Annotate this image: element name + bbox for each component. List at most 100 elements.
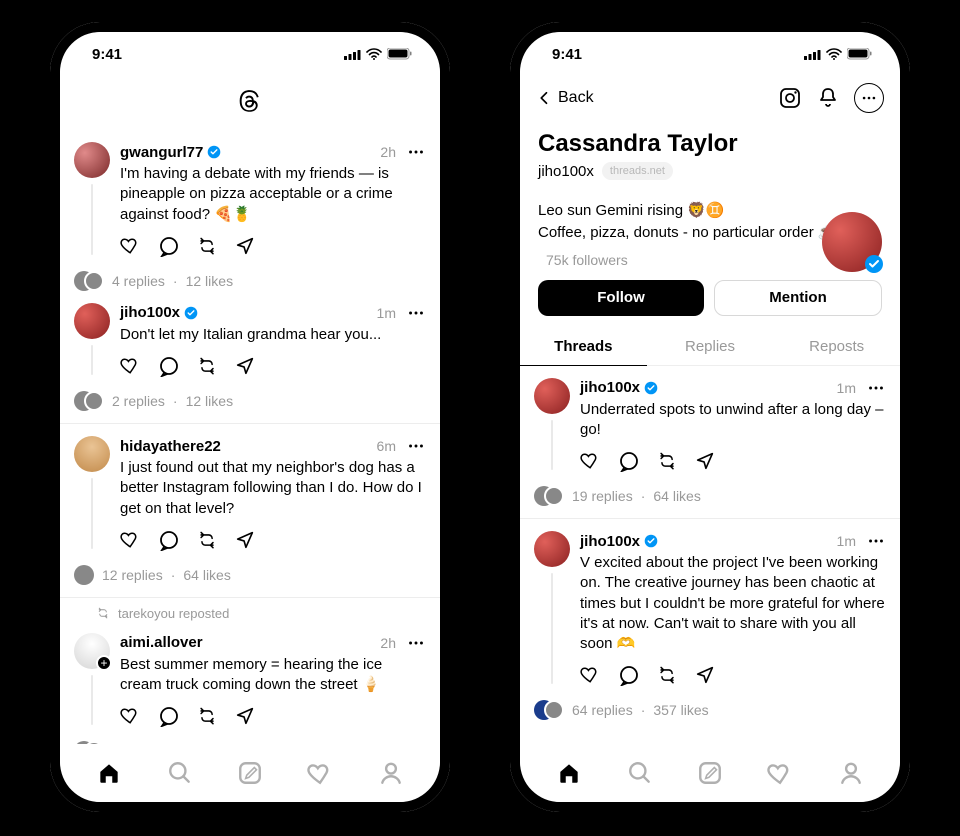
mention-button[interactable]: Mention <box>714 280 882 316</box>
profile-avatar[interactable] <box>822 212 882 272</box>
avatar[interactable] <box>74 142 110 178</box>
share-button[interactable] <box>234 355 256 377</box>
like-button[interactable] <box>120 355 142 377</box>
feed-post[interactable]: jiho100x 1m Don't let my Italian grandma… <box>60 303 440 387</box>
back-button[interactable]: Back <box>536 89 594 107</box>
nav-activity[interactable] <box>756 751 804 795</box>
profile-scroll[interactable]: Cassandra Taylor jiho100x threads.net Le… <box>520 120 900 744</box>
post-username[interactable]: gwangurl77 <box>120 144 203 161</box>
post-meta[interactable]: 2 replies · 12 likes <box>60 387 440 423</box>
status-bar: 9:41 <box>60 32 440 76</box>
reply-button[interactable] <box>158 355 180 377</box>
repost-button[interactable] <box>656 664 678 686</box>
follow-plus-icon[interactable]: + <box>96 655 112 671</box>
tab-threads[interactable]: Threads <box>520 328 647 366</box>
share-button[interactable] <box>234 705 256 727</box>
post-username[interactable]: jiho100x <box>580 533 640 550</box>
post-username[interactable]: hidayathere22 <box>120 438 221 455</box>
post-meta[interactable]: 2 replies · 12 likes <box>60 737 440 744</box>
verified-badge-icon <box>184 306 198 320</box>
profile-handle: jiho100x <box>538 163 594 180</box>
more-icon[interactable] <box>406 142 426 162</box>
post-username[interactable]: jiho100x <box>580 379 640 396</box>
reply-button[interactable] <box>158 529 180 551</box>
like-button[interactable] <box>120 235 142 257</box>
share-button[interactable] <box>694 450 716 472</box>
share-button[interactable] <box>234 235 256 257</box>
like-button[interactable] <box>580 450 602 472</box>
profile-more-button[interactable] <box>854 83 884 113</box>
nav-search[interactable] <box>156 751 204 795</box>
repost-button[interactable] <box>196 529 218 551</box>
nav-compose[interactable] <box>686 751 734 795</box>
feed-post[interactable]: hidayathere22 6m I just found out that m… <box>60 424 440 561</box>
profile-post[interactable]: jiho100x 1m V excited about the project … <box>520 519 900 696</box>
post-time: 1m <box>837 380 856 396</box>
post-meta[interactable]: 64 replies · 357 likes <box>520 696 900 732</box>
post-body: Don't let my Italian grandma hear you... <box>120 325 426 345</box>
share-button[interactable] <box>234 529 256 551</box>
feed-scroll[interactable]: gwangurl77 2h I'm having a debate with m… <box>60 130 440 744</box>
share-button[interactable] <box>694 664 716 686</box>
nav-activity[interactable] <box>296 751 344 795</box>
like-button[interactable] <box>580 664 602 686</box>
open-instagram-button[interactable] <box>778 86 802 110</box>
mini-avatar <box>84 271 104 291</box>
nav-profile[interactable] <box>827 751 875 795</box>
more-icon[interactable] <box>866 531 886 551</box>
repost-icon <box>96 606 110 620</box>
post-username[interactable]: aimi.allover <box>120 634 203 651</box>
thread-line <box>551 573 553 684</box>
post-time: 1m <box>377 305 396 321</box>
nav-home[interactable] <box>545 751 593 795</box>
verified-badge-icon <box>207 145 221 159</box>
reply-button[interactable] <box>618 664 640 686</box>
thread-line <box>91 184 93 255</box>
avatar[interactable] <box>74 303 110 339</box>
post-time: 1m <box>837 533 856 549</box>
reply-button[interactable] <box>618 450 640 472</box>
nav-home[interactable] <box>85 751 133 795</box>
nav-search[interactable] <box>616 751 664 795</box>
repost-button[interactable] <box>196 705 218 727</box>
nav-compose[interactable] <box>226 751 274 795</box>
more-icon[interactable] <box>406 303 426 323</box>
verified-badge-icon <box>864 254 884 274</box>
tab-replies[interactable]: Replies <box>647 328 774 366</box>
compose-icon <box>237 760 263 786</box>
mini-avatar <box>84 391 104 411</box>
battery-icon <box>847 48 872 60</box>
repost-button[interactable] <box>196 235 218 257</box>
profile-tabs: Threads Replies Reposts <box>520 328 900 366</box>
reply-button[interactable] <box>158 235 180 257</box>
post-username[interactable]: jiho100x <box>120 304 180 321</box>
signal-icon <box>804 48 821 60</box>
feed-post[interactable]: gwangurl77 2h I'm having a debate with m… <box>60 130 440 267</box>
more-icon[interactable] <box>866 378 886 398</box>
more-icon[interactable] <box>406 633 426 653</box>
avatar[interactable] <box>74 436 110 472</box>
avatar[interactable] <box>534 531 570 567</box>
repost-button[interactable] <box>196 355 218 377</box>
post-meta[interactable]: 19 replies · 64 likes <box>520 482 900 518</box>
like-button[interactable] <box>120 529 142 551</box>
post-meta[interactable]: 12 replies · 64 likes <box>60 561 440 597</box>
nav-profile[interactable] <box>367 751 415 795</box>
repost-button[interactable] <box>656 450 678 472</box>
post-meta[interactable]: 4 replies · 12 likes <box>60 267 440 303</box>
replies-count: 12 replies <box>102 567 163 583</box>
profile-post[interactable]: jiho100x 1m Underrated spots to unwind a… <box>520 366 900 483</box>
more-icon[interactable] <box>406 436 426 456</box>
like-button[interactable] <box>120 705 142 727</box>
bio-line: Leo sun Gemini rising 🦁♊ <box>538 200 882 222</box>
domain-pill[interactable]: threads.net <box>602 162 673 180</box>
reply-button[interactable] <box>158 705 180 727</box>
tab-reposts[interactable]: Reposts <box>773 328 900 366</box>
replies-count: 19 replies <box>572 488 633 504</box>
follow-button[interactable]: Follow <box>538 280 704 316</box>
avatar[interactable]: + <box>74 633 110 669</box>
feed-post[interactable]: + aimi.allover 2h Best summer memory = h… <box>60 621 440 738</box>
bell-icon <box>816 86 840 110</box>
notifications-button[interactable] <box>816 86 840 110</box>
avatar[interactable] <box>534 378 570 414</box>
